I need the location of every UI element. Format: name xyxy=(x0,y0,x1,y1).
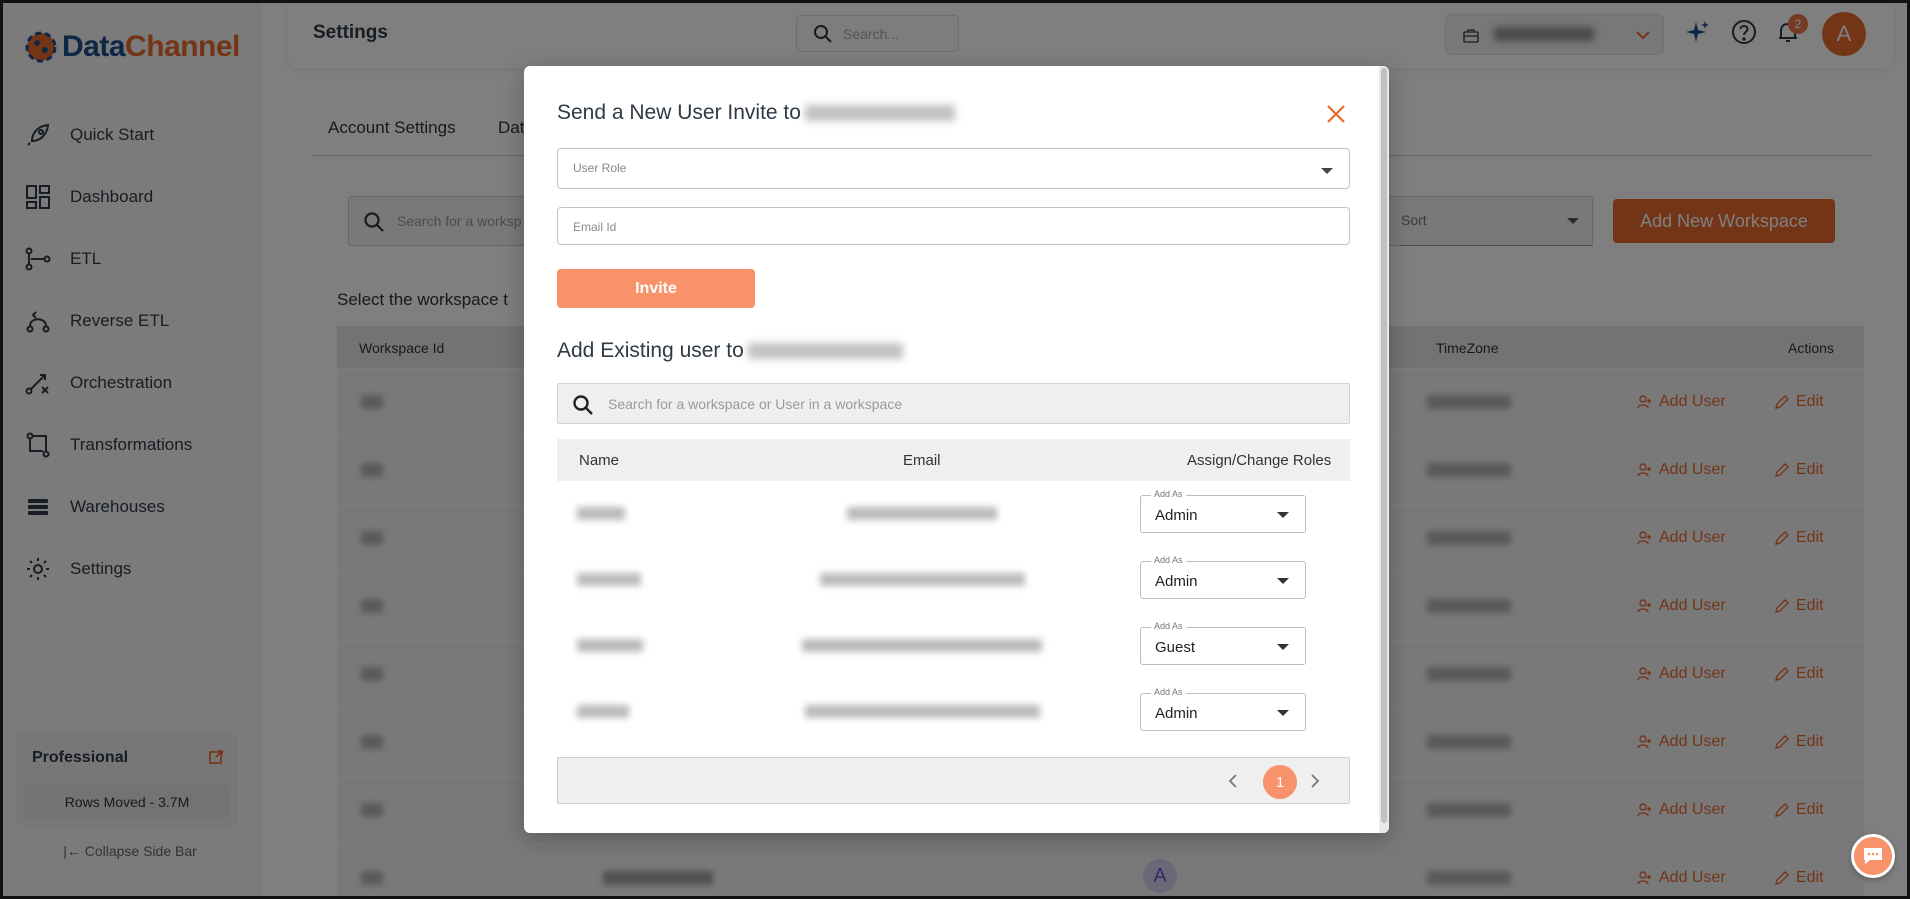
modal-title: Send a New User Invite to xyxy=(557,101,955,125)
chevron-down-icon xyxy=(1277,644,1289,650)
role-value: Admin xyxy=(1155,705,1198,722)
table-row: Add As Guest xyxy=(557,614,1350,680)
table-row: Add As Admin xyxy=(557,680,1350,746)
role-select[interactable]: Add As Guest xyxy=(1140,621,1306,665)
user-role-select[interactable]: User Role xyxy=(557,148,1350,189)
role-select[interactable]: Add As Admin xyxy=(1140,555,1306,599)
chat-button[interactable] xyxy=(1851,834,1895,878)
user-name-redacted xyxy=(577,507,625,520)
user-role-label: User Role xyxy=(573,161,627,175)
modal-scrollbar[interactable] xyxy=(1379,66,1389,833)
chevron-down-icon xyxy=(1321,168,1333,174)
user-search[interactable] xyxy=(557,383,1350,424)
workspace-name-redacted xyxy=(747,343,903,360)
email-field[interactable]: Email Id xyxy=(557,207,1350,245)
user-email-redacted xyxy=(805,705,1040,718)
invite-button[interactable]: Invite xyxy=(557,269,755,308)
user-email-redacted xyxy=(802,639,1042,652)
chat-icon xyxy=(1864,848,1882,864)
chevron-right-icon[interactable] xyxy=(1305,771,1325,791)
existing-user-title: Add Existing user to xyxy=(557,339,903,363)
chevron-left-icon[interactable] xyxy=(1223,771,1243,791)
col-name: Name xyxy=(579,452,620,469)
add-as-label: Add As xyxy=(1151,555,1186,565)
user-name-redacted xyxy=(577,705,629,718)
workspace-name-redacted xyxy=(804,105,955,122)
table-row: Add As Admin xyxy=(557,548,1350,614)
user-email-redacted xyxy=(847,507,997,520)
page-number-button[interactable]: 1 xyxy=(1263,765,1297,799)
email-label: Email Id xyxy=(573,220,617,234)
user-name-redacted xyxy=(577,639,643,652)
invite-user-modal: Send a New User Invite to User Role Emai… xyxy=(524,66,1389,833)
user-search-input[interactable] xyxy=(608,384,1338,423)
role-select[interactable]: Add As Admin xyxy=(1140,687,1306,731)
users-table-header: Name Email Assign/Change Roles xyxy=(557,439,1350,481)
chevron-down-icon xyxy=(1277,512,1289,518)
pagination: 1 xyxy=(557,757,1350,804)
role-select[interactable]: Add As Admin xyxy=(1140,489,1306,533)
role-value: Admin xyxy=(1155,573,1198,590)
search-icon xyxy=(573,395,593,415)
add-as-label: Add As xyxy=(1151,687,1186,697)
add-as-label: Add As xyxy=(1151,489,1186,499)
role-value: Guest xyxy=(1155,639,1196,656)
chevron-down-icon xyxy=(1277,578,1289,584)
chevron-down-icon xyxy=(1277,710,1289,716)
add-as-label: Add As xyxy=(1151,621,1186,631)
col-roles: Assign/Change Roles xyxy=(1187,452,1332,469)
close-icon[interactable] xyxy=(1324,102,1348,126)
table-row: Add As Admin xyxy=(557,482,1350,548)
col-email: Email xyxy=(903,452,941,469)
user-email-redacted xyxy=(820,573,1025,586)
scrollbar-thumb[interactable] xyxy=(1381,68,1387,823)
user-name-redacted xyxy=(577,573,641,586)
role-value: Admin xyxy=(1155,507,1198,524)
